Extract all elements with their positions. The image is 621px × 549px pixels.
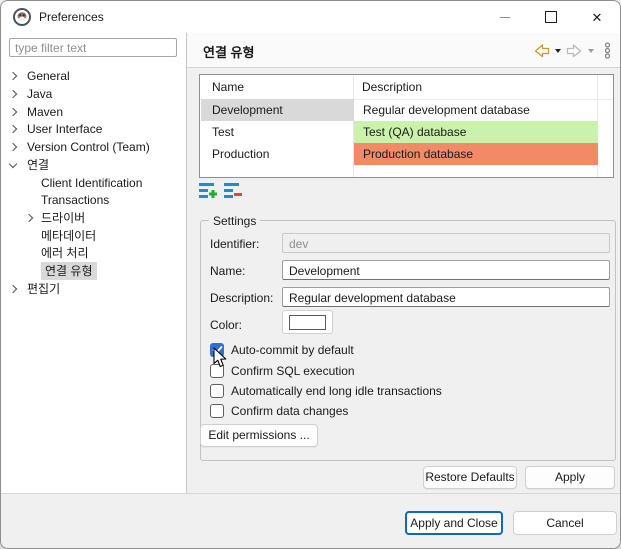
- cell-name[interactable]: Production: [201, 143, 354, 165]
- table-header: Name Description: [200, 75, 613, 100]
- sidebar-item-maven[interactable]: Maven: [1, 103, 185, 121]
- close-button[interactable]: ✕: [574, 1, 620, 33]
- sidebar-item-error-handling[interactable]: 에러 처리: [1, 244, 185, 262]
- checkbox-label: Automatically end long idle transactions: [231, 384, 442, 398]
- sidebar-item-connection[interactable]: 연결: [1, 156, 185, 174]
- description-field[interactable]: Regular development database: [282, 287, 610, 307]
- identifier-label: Identifier:: [210, 237, 259, 251]
- sidebar-item-general[interactable]: General: [1, 67, 185, 85]
- restore-defaults-button[interactable]: Restore Defaults: [423, 466, 517, 489]
- checkbox-checked-icon[interactable]: [210, 343, 224, 357]
- nav-toolbar: [533, 42, 612, 59]
- table-row[interactable]: Production Production database: [201, 143, 612, 165]
- checkbox-label: Confirm SQL execution: [231, 364, 355, 378]
- color-label: Color:: [210, 318, 242, 332]
- apply-and-close-button[interactable]: Apply and Close: [405, 511, 503, 535]
- forward-history-caret-icon[interactable]: [588, 49, 594, 53]
- back-arrow-icon[interactable]: [533, 44, 550, 58]
- edit-permissions-button[interactable]: Edit permissions ...: [200, 424, 318, 447]
- checkbox-unchecked-icon[interactable]: [210, 404, 224, 418]
- chevron-right-icon[interactable]: [9, 90, 17, 98]
- page-title: 연결 유형: [203, 42, 254, 61]
- chevron-right-icon[interactable]: [9, 143, 17, 151]
- maximize-icon: [545, 11, 557, 23]
- checkbox-row-confirm-sql[interactable]: Confirm SQL execution: [210, 363, 355, 379]
- checkbox-row-end-idle-transactions[interactable]: Automatically end long idle transactions: [210, 383, 442, 399]
- minimize-icon: [500, 17, 510, 18]
- cell-description[interactable]: Production database: [354, 143, 598, 165]
- page-content: 연결 유형 Name: [187, 33, 620, 493]
- dialog-button-bar: Apply and Close Cancel: [1, 493, 620, 548]
- title-bar: Preferences ✕: [1, 1, 620, 33]
- settings-group-label: Settings: [209, 214, 260, 228]
- checkbox-row-autocommit[interactable]: Auto-commit by default: [210, 342, 354, 358]
- checkbox-row-confirm-data-changes[interactable]: Confirm data changes: [210, 403, 348, 419]
- chevron-right-icon[interactable]: [9, 72, 17, 80]
- checkbox-unchecked-icon[interactable]: [210, 364, 224, 378]
- sidebar-item-transactions[interactable]: Transactions: [1, 191, 185, 209]
- page-header: 연결 유형: [187, 33, 620, 68]
- preferences-tree: General Java Maven User Interface Versio…: [1, 66, 185, 493]
- back-history-caret-icon[interactable]: [555, 49, 561, 53]
- remove-connection-type-button[interactable]: [224, 182, 243, 199]
- preferences-dialog: Preferences ✕ General Java Maven User In…: [0, 0, 621, 549]
- checkbox-unchecked-icon[interactable]: [210, 384, 224, 398]
- filter-input[interactable]: [9, 38, 177, 57]
- name-label: Name:: [210, 264, 245, 278]
- checkbox-label: Confirm data changes: [231, 404, 348, 418]
- window-title: Preferences: [39, 10, 104, 24]
- minimize-button[interactable]: [482, 1, 528, 33]
- remove-list-item-icon: [224, 182, 243, 199]
- sidebar-item-version-control[interactable]: Version Control (Team): [1, 138, 185, 156]
- cell-description[interactable]: Test (QA) database: [354, 121, 598, 143]
- identifier-field: dev: [282, 233, 610, 253]
- chevron-right-icon[interactable]: [9, 285, 17, 293]
- color-swatch: [289, 315, 326, 330]
- sidebar-item-client-identification[interactable]: Client Identification: [1, 174, 185, 192]
- sidebar-item-metadata[interactable]: 메타데이터: [1, 227, 185, 245]
- column-header-name[interactable]: Name: [212, 75, 244, 99]
- maximize-button[interactable]: [528, 1, 574, 33]
- app-icon: [13, 8, 31, 26]
- forward-arrow-icon[interactable]: [566, 44, 583, 58]
- name-field[interactable]: Development: [282, 260, 610, 280]
- sidebar-item-drivers[interactable]: 드라이버: [1, 209, 185, 227]
- connection-types-table: Name Description Development Regular dev…: [199, 74, 614, 178]
- apply-button[interactable]: Apply: [525, 466, 615, 489]
- sidebar-item-java[interactable]: Java: [1, 85, 185, 103]
- description-label: Description:: [210, 291, 273, 305]
- add-connection-type-button[interactable]: [199, 182, 218, 199]
- cell-name[interactable]: Test: [201, 121, 354, 143]
- table-row[interactable]: Development Regular development database: [201, 99, 612, 121]
- cancel-button[interactable]: Cancel: [513, 511, 617, 535]
- settings-group: Settings Identifier: dev Name: Developme…: [200, 220, 616, 461]
- sidebar-item-editors[interactable]: 편집기: [1, 280, 185, 298]
- chevron-right-icon[interactable]: [25, 214, 33, 222]
- close-icon: ✕: [592, 11, 603, 24]
- sidebar-item-connection-types[interactable]: 연결 유형: [1, 262, 185, 280]
- chevron-down-icon[interactable]: [9, 160, 17, 168]
- add-list-item-icon: [199, 182, 218, 199]
- column-header-description[interactable]: Description: [362, 75, 422, 99]
- checkbox-label: Auto-commit by default: [231, 343, 354, 357]
- table-row[interactable]: Test Test (QA) database: [201, 121, 612, 143]
- chevron-right-icon[interactable]: [9, 108, 17, 116]
- table-toolbar: [199, 182, 243, 199]
- cell-name[interactable]: Development: [201, 99, 354, 121]
- chevron-right-icon[interactable]: [9, 125, 17, 133]
- view-menu-icon[interactable]: [603, 42, 612, 59]
- sidebar-item-user-interface[interactable]: User Interface: [1, 120, 185, 138]
- cell-description[interactable]: Regular development database: [354, 99, 598, 121]
- color-picker-button[interactable]: [282, 310, 333, 334]
- sidebar: General Java Maven User Interface Versio…: [1, 33, 187, 493]
